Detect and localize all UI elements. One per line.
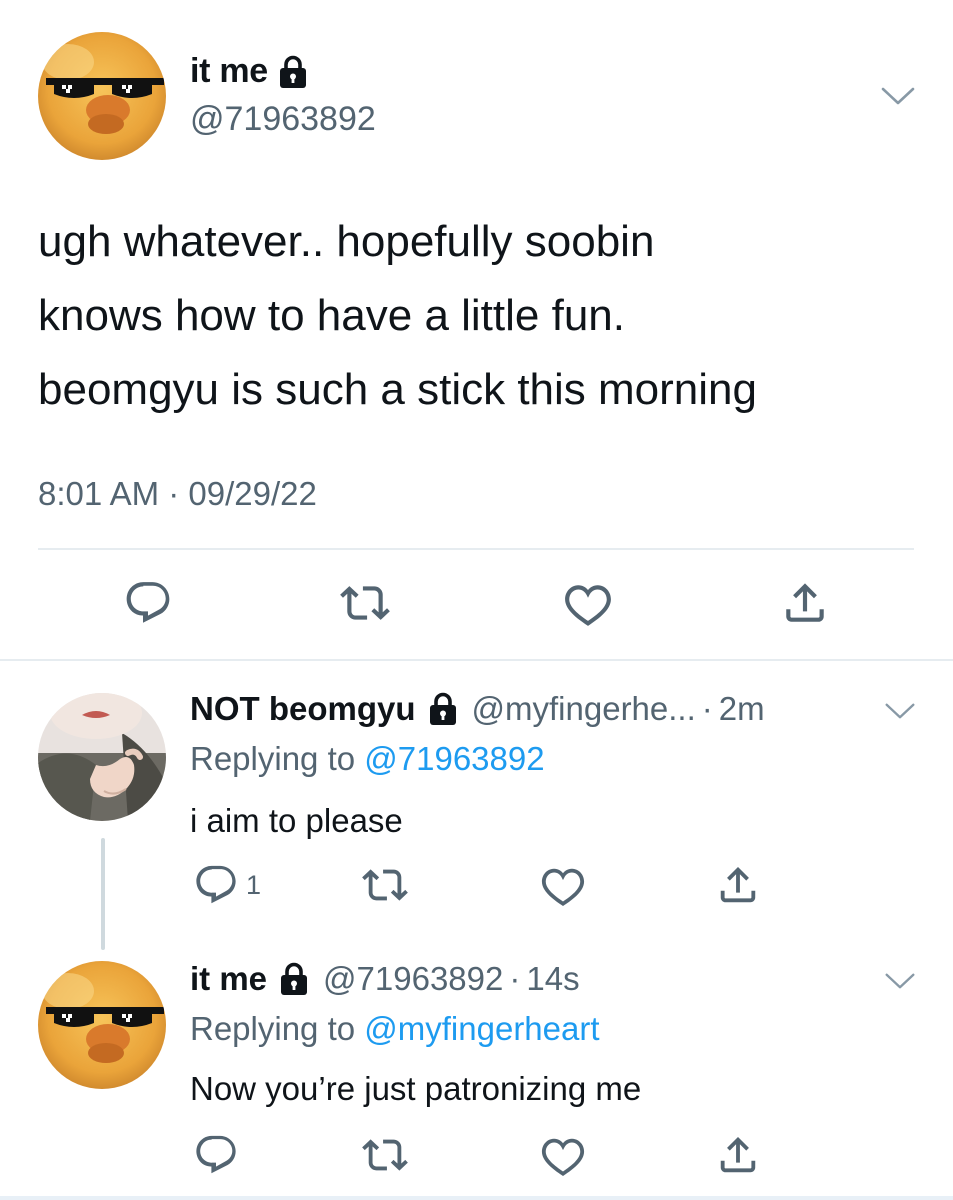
replying-to-label: Replying to	[190, 1010, 365, 1047]
divider	[38, 548, 914, 550]
author-handle[interactable]: @71963892	[323, 960, 503, 998]
reply-header: NOT beomgyu @myfingerhe... · 2m	[190, 690, 765, 728]
divider	[0, 1196, 953, 1200]
avatar[interactable]	[38, 961, 166, 1089]
like-icon[interactable]	[540, 1132, 586, 1178]
tweet-text-line: beomgyu is such a stick this morning	[38, 365, 757, 414]
divider	[0, 659, 953, 661]
like-icon[interactable]	[563, 578, 613, 628]
mention-link[interactable]: @myfingerheart	[364, 1010, 599, 1048]
reply-time[interactable]: 14s	[526, 960, 579, 998]
reply-icon[interactable]	[193, 1132, 239, 1178]
author-name[interactable]: it me	[190, 52, 268, 91]
share-icon[interactable]	[715, 862, 761, 908]
author-handle[interactable]: @myfingerhe...	[472, 690, 696, 728]
tweet-text-line: ugh whatever.. hopefully soobin	[38, 217, 655, 266]
tweet-text: ugh whatever.. hopefully soobin knows ho…	[38, 205, 918, 427]
meta-separator: ·	[168, 475, 180, 512]
author-name[interactable]: it me	[190, 960, 267, 998]
avatar[interactable]	[38, 32, 166, 160]
meta-separator: ·	[509, 960, 521, 997]
lock-icon	[278, 55, 308, 89]
reply-header: it me @71963892 · 14s	[190, 960, 580, 998]
replying-to-label: Replying to	[190, 740, 365, 777]
tweet-text-line: knows how to have a little fun.	[38, 291, 625, 340]
author-name-row: it me	[190, 52, 322, 91]
retweet-icon[interactable]	[362, 862, 408, 908]
tweet-time: 8:01 AM	[38, 475, 160, 512]
reply-time[interactable]: 2m	[719, 690, 765, 728]
reply-icon[interactable]	[123, 578, 173, 628]
chevron-down-icon[interactable]	[880, 84, 916, 108]
author-handle[interactable]: @71963892	[190, 100, 376, 139]
retweet-icon[interactable]	[340, 578, 390, 628]
share-icon[interactable]	[780, 578, 830, 628]
meta-separator: ·	[701, 690, 713, 727]
reply-text: Now you’re just patronizing me	[190, 1070, 642, 1107]
reply-icon[interactable]	[193, 862, 239, 908]
tweet-date: 09/29/22	[188, 475, 317, 512]
retweet-icon[interactable]	[362, 1132, 408, 1178]
lock-icon	[279, 962, 309, 996]
lock-icon	[428, 692, 458, 726]
share-icon[interactable]	[715, 1132, 761, 1178]
reply-count: 1	[246, 870, 262, 900]
like-icon[interactable]	[540, 862, 586, 908]
chevron-down-icon[interactable]	[884, 970, 916, 992]
thread-connector	[101, 838, 105, 950]
author-name[interactable]: NOT beomgyu	[190, 690, 416, 728]
replying-to: Replying to @71963892	[190, 740, 545, 778]
tweet-timestamp[interactable]: 8:01 AM · 09/29/22	[38, 475, 317, 513]
avatar[interactable]	[38, 693, 166, 821]
chevron-down-icon[interactable]	[884, 700, 916, 722]
replying-to: Replying to @myfingerheart	[190, 1010, 600, 1048]
reply-text: i aim to please	[190, 802, 403, 839]
mention-link[interactable]: @71963892	[364, 740, 544, 778]
tweet-thread: it me @71963892 ugh whatever.. hopefully…	[0, 0, 953, 1200]
